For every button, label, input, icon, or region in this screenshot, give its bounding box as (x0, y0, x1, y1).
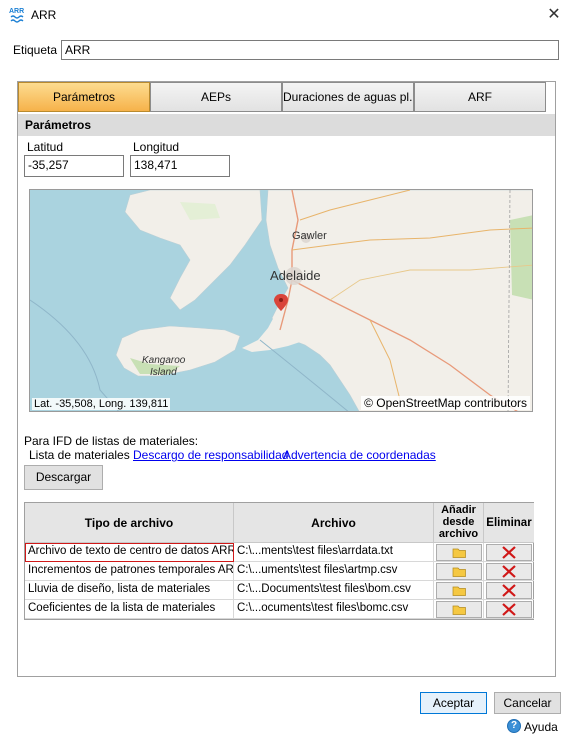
ayuda-label[interactable]: Ayuda (524, 720, 558, 734)
delete-x-icon (502, 584, 516, 597)
header-anadir-line2: desde (442, 516, 475, 528)
delete-x-icon (502, 546, 516, 559)
help-icon[interactable]: ? (507, 719, 521, 733)
map-attribution: © OpenStreetMap contributors (361, 396, 530, 410)
table-row-archivo[interactable]: C:\...Documents\test files\bom.csv (234, 581, 434, 600)
add-from-file-button[interactable] (436, 544, 482, 561)
advertencia-link[interactable]: Advertencia de coordenadas (283, 448, 436, 462)
section-title: Parámetros (25, 118, 92, 132)
map-place-adelaide: Adelaide (270, 268, 321, 283)
header-archivo: Archivo (234, 503, 434, 543)
etiqueta-label: Etiqueta (13, 43, 58, 57)
etiqueta-input[interactable]: ARR (61, 40, 559, 60)
cancelar-button[interactable]: Cancelar (494, 692, 561, 714)
tab-arf[interactable]: ARF (414, 82, 546, 112)
add-from-file-button[interactable] (436, 563, 482, 580)
map-graphic (30, 190, 532, 411)
map-place-gawler: Gawler (292, 230, 327, 242)
ifd-caption: Para IFD de listas de materiales: (24, 434, 199, 448)
table-row-tipo[interactable]: Coeficientes de la lista de materiales (25, 600, 234, 619)
tab-aeps[interactable]: AEPs (150, 82, 282, 112)
table-row-archivo[interactable]: C:\...uments\test files\artmp.csv (234, 562, 434, 581)
table-row-archivo[interactable]: C:\...ocuments\test files\bomc.csv (234, 600, 434, 619)
header-anadir-line1: Añadir (441, 504, 476, 516)
delete-row-button[interactable] (486, 544, 532, 561)
table-row-tipo[interactable]: Incrementos de patrones temporales ARR (25, 562, 234, 581)
map-place-kangaroo: Kangaroo (142, 355, 186, 366)
selected-cell-outline (25, 543, 234, 562)
tab-strip: Parámetros AEPs Duraciones de aguas pl..… (18, 82, 546, 112)
map-place-island: Island (150, 367, 177, 378)
lista-materiales-label: Lista de materiales (29, 448, 130, 462)
parametros-section-header: Parámetros (18, 114, 555, 136)
longitud-label: Longitud (133, 140, 180, 154)
delete-x-icon (502, 603, 516, 616)
file-table: Tipo de archivo Archivo Añadir desde arc… (24, 502, 534, 620)
delete-row-button[interactable] (486, 563, 532, 580)
latitud-label: Latitud (27, 140, 64, 154)
header-anadir: Añadir desde archivo (434, 503, 484, 543)
folder-icon (452, 567, 466, 577)
delete-x-icon (502, 565, 516, 578)
add-from-file-button[interactable] (436, 582, 482, 599)
descargar-button[interactable]: Descargar (24, 465, 103, 490)
tab-parametros[interactable]: Parámetros (18, 82, 150, 112)
folder-icon (452, 548, 466, 558)
add-from-file-button[interactable] (436, 601, 482, 618)
map-coords-readout: Lat. -35,508, Long. 139,811 (32, 398, 171, 410)
arr-app-icon: ARR (9, 6, 27, 24)
latitud-input[interactable]: -35,257 (24, 155, 124, 177)
app-icon-text: ARR (9, 8, 24, 15)
delete-row-button[interactable] (486, 582, 532, 599)
window-title: ARR (31, 8, 57, 22)
descargo-link[interactable]: Descargo de responsabilidad (133, 448, 288, 462)
longitud-input[interactable]: 138,471 (130, 155, 230, 177)
header-anadir-line3: archivo (438, 528, 479, 540)
close-icon[interactable]: ✕ (544, 5, 564, 25)
header-eliminar: Eliminar (484, 503, 534, 543)
tab-duraciones[interactable]: Duraciones de aguas pl... (282, 82, 414, 112)
table-row-archivo[interactable]: C:\...ments\test files\arrdata.txt (234, 543, 434, 562)
header-tipo: Tipo de archivo (25, 503, 234, 543)
folder-icon (452, 586, 466, 596)
map-view[interactable]: Gawler Adelaide Kangaroo Island Lat. -35… (29, 189, 533, 412)
folder-icon (452, 605, 466, 615)
title-bar (0, 0, 570, 32)
delete-row-button[interactable] (486, 601, 532, 618)
aceptar-button[interactable]: Aceptar (420, 692, 487, 714)
table-row-tipo[interactable]: Lluvia de diseño, lista de materiales (25, 581, 234, 600)
